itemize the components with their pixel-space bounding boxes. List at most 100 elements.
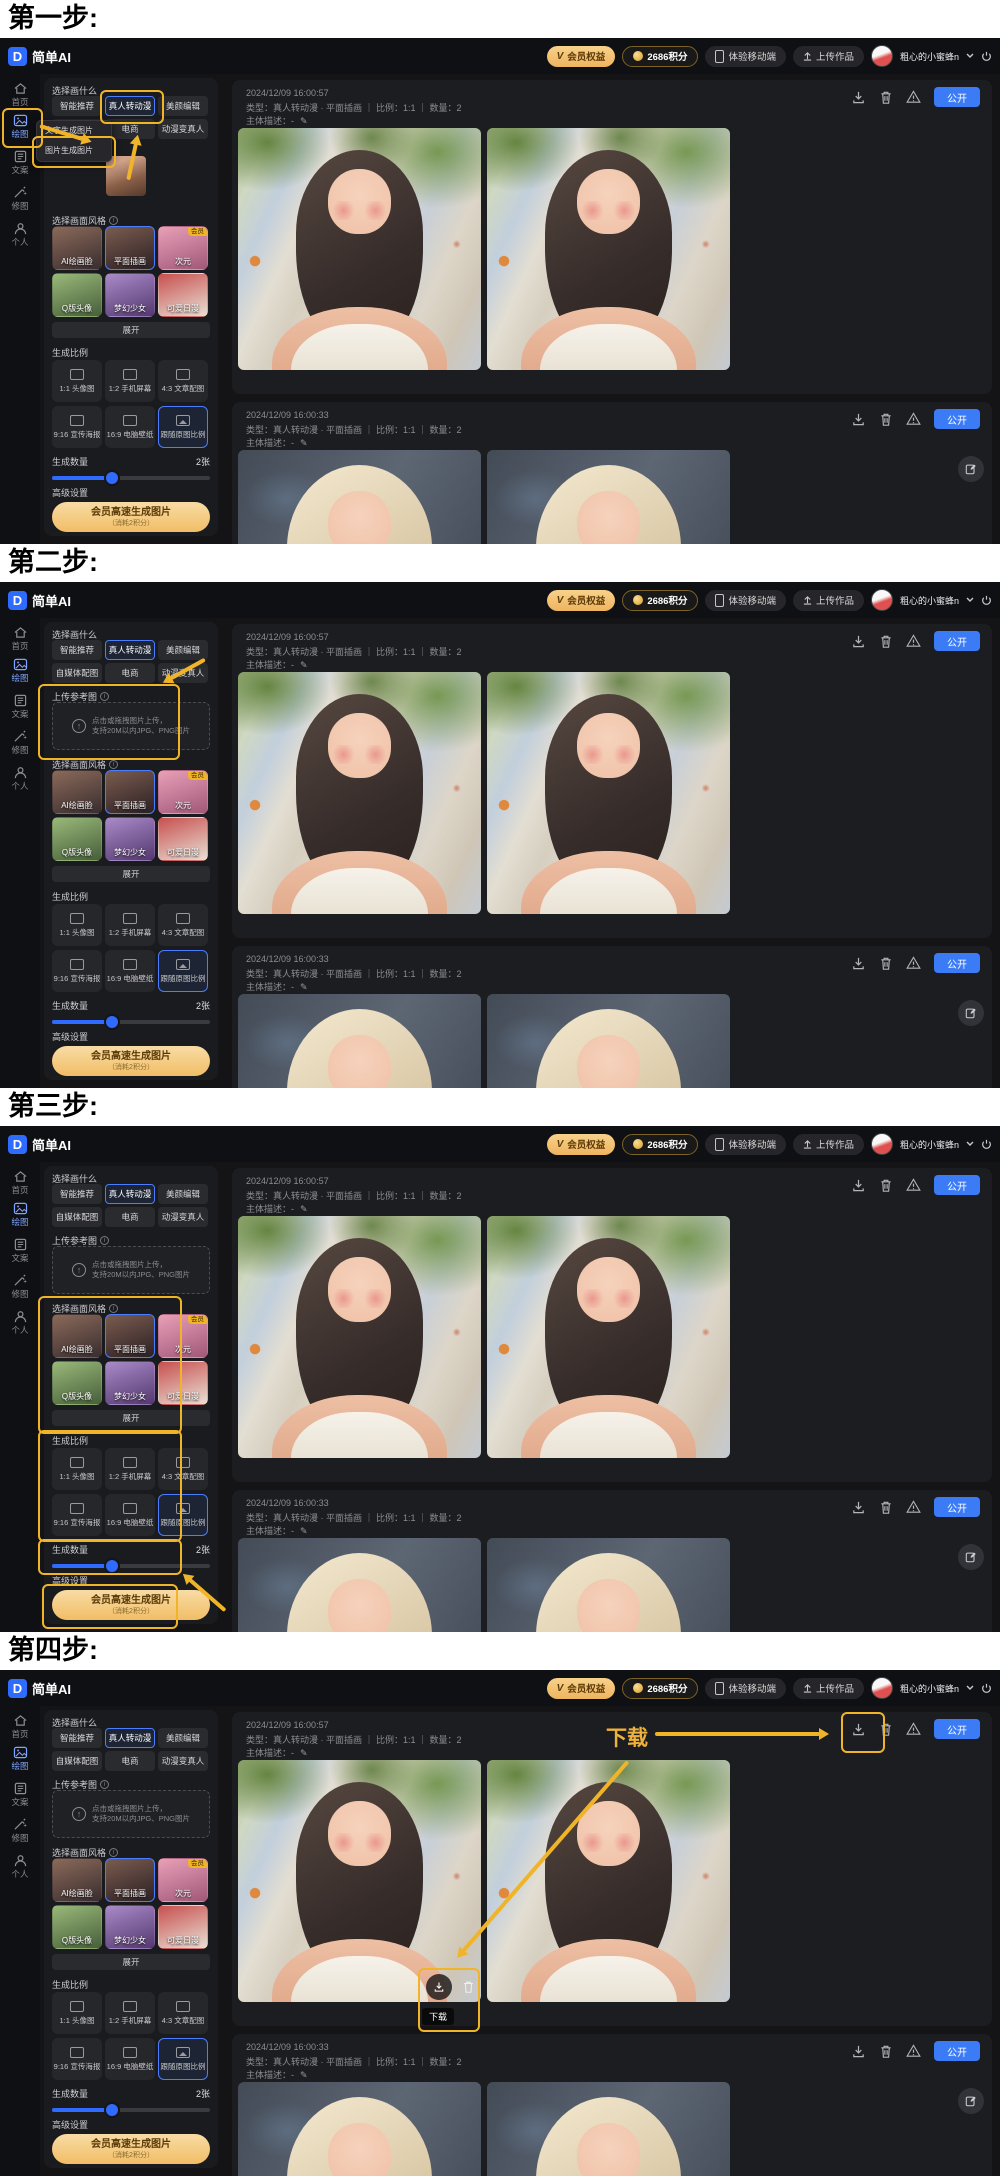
tab-smart-recommend[interactable]: 智能推荐 (52, 96, 102, 116)
tab-ecommerce[interactable]: 电商 (105, 1207, 155, 1227)
delete-icon[interactable] (879, 634, 893, 649)
advanced-settings[interactable]: 高级设置 (52, 2118, 88, 2131)
generated-image-1[interactable] (238, 1760, 481, 2002)
slider-knob[interactable] (106, 472, 118, 484)
credits-button[interactable]: 2686积分 (622, 46, 698, 67)
sidebar-item-profile[interactable]: 个人 (0, 222, 40, 248)
member-benefits-button[interactable]: V 会员权益 (547, 46, 616, 67)
download-icon[interactable] (851, 90, 866, 105)
style-q-avatar[interactable]: Q版头像 (52, 1361, 102, 1405)
edit-pencil-icon[interactable]: ✎ (300, 1204, 308, 1214)
sidebar-item-profile[interactable]: 个人 (0, 766, 40, 792)
ratio-4-3[interactable]: 4:3 文章配图 (158, 360, 208, 402)
generated-image-3[interactable] (238, 450, 481, 544)
publish-button[interactable]: 公开 (934, 953, 980, 973)
sidebar-item-draw[interactable]: 绘图 (0, 114, 40, 140)
sidebar-item-retouch[interactable]: 修图 (0, 1274, 40, 1300)
publish-button[interactable]: 公开 (934, 87, 980, 107)
ratio-16-9[interactable]: 16:9 电脑壁纸 (105, 950, 155, 992)
ratio-9-16[interactable]: 9:16 宣传海报 (52, 406, 102, 448)
report-warning-icon[interactable] (906, 956, 921, 970)
publish-button[interactable]: 公开 (934, 2041, 980, 2061)
avatar[interactable] (871, 589, 893, 611)
ratio-1-2[interactable]: 1:2 手机屏幕 (105, 1448, 155, 1490)
image-hover-delete-button[interactable] (462, 1980, 475, 1999)
menu-item-image-to-image[interactable]: 图片生成图片 (37, 141, 111, 161)
tab-photo-to-anime[interactable]: 真人转动漫 (105, 96, 155, 116)
report-warning-icon[interactable] (906, 2044, 921, 2058)
tab-smart-recommend[interactable]: 智能推荐 (52, 1728, 102, 1748)
edit-pencil-icon[interactable]: ✎ (300, 116, 308, 126)
avatar[interactable] (871, 45, 893, 67)
style-dimension[interactable]: 会员 次元 (158, 1314, 208, 1358)
style-ai-face[interactable]: AI绘画脸 (52, 226, 102, 270)
tab-beauty-edit[interactable]: 美颜编辑 (158, 640, 208, 660)
sidebar-item-profile[interactable]: 个人 (0, 1310, 40, 1336)
report-warning-icon[interactable] (906, 1178, 921, 1192)
expand-styles-button[interactable]: 展开 (52, 322, 210, 338)
publish-button[interactable]: 公开 (934, 1175, 980, 1195)
publish-button[interactable]: 公开 (934, 1497, 980, 1517)
power-icon[interactable] (981, 1683, 992, 1694)
ratio-1-2[interactable]: 1:2 手机屏幕 (105, 904, 155, 946)
sidebar-item-draw[interactable]: 绘图 (0, 1202, 40, 1228)
ratio-16-9[interactable]: 16:9 电脑壁纸 (105, 2038, 155, 2080)
style-dream-girl[interactable]: 梦幻少女 (105, 817, 155, 861)
style-cute-anime[interactable]: 可爱日漫 (158, 273, 208, 317)
sidebar-item-retouch[interactable]: 修图 (0, 1818, 40, 1844)
ratio-1-1[interactable]: 1:1 头像图 (52, 904, 102, 946)
count-slider[interactable] (52, 1016, 210, 1028)
upload-dropzone[interactable]: ↑ 点击或拖拽图片上传， 支持20M以内JPG、PNG图片 (52, 1246, 210, 1294)
ratio-9-16[interactable]: 9:16 宣传海报 (52, 2038, 102, 2080)
style-q-avatar[interactable]: Q版头像 (52, 1905, 102, 1949)
tab-ecommerce[interactable]: 电商 (105, 663, 155, 683)
report-warning-icon[interactable] (906, 90, 921, 104)
feedback-button[interactable] (958, 1000, 984, 1026)
menu-item-text-to-image[interactable]: 文字生成图片 (37, 121, 111, 141)
ratio-follow-original[interactable]: 跟随原图比例 (158, 1494, 208, 1536)
generated-image-2[interactable] (487, 1216, 730, 1458)
ratio-follow-original[interactable]: 跟随原图比例 (158, 406, 208, 448)
generate-button[interactable]: 会员高速生成图片 （消耗2积分） (52, 1590, 210, 1620)
download-icon[interactable] (851, 634, 866, 649)
chevron-down-icon[interactable] (966, 597, 974, 603)
feedback-button[interactable] (958, 456, 984, 482)
expand-styles-button[interactable]: 展开 (52, 1410, 210, 1426)
style-dimension[interactable]: 会员 次元 (158, 226, 208, 270)
ratio-9-16[interactable]: 9:16 宣传海报 (52, 950, 102, 992)
ratio-follow-original[interactable]: 跟随原图比例 (158, 2038, 208, 2080)
member-benefits-button[interactable]: V 会员权益 (547, 1134, 616, 1155)
generated-image-2[interactable] (487, 128, 730, 370)
edit-pencil-icon[interactable]: ✎ (300, 982, 308, 992)
download-icon[interactable] (851, 1500, 866, 1515)
tab-beauty-edit[interactable]: 美颜编辑 (158, 1184, 208, 1204)
sidebar-item-draw[interactable]: 绘图 (0, 1746, 40, 1772)
ratio-1-2[interactable]: 1:2 手机屏幕 (105, 1992, 155, 2034)
publish-button[interactable]: 公开 (934, 1719, 980, 1739)
style-dimension[interactable]: 会员 次元 (158, 770, 208, 814)
upload-works-button[interactable]: 上传作品 (793, 590, 864, 611)
publish-button[interactable]: 公开 (934, 631, 980, 651)
upload-works-button[interactable]: 上传作品 (793, 1678, 864, 1699)
try-mobile-button[interactable]: 体验移动端 (705, 46, 786, 67)
upload-works-button[interactable]: 上传作品 (793, 1134, 864, 1155)
avatar[interactable] (871, 1133, 893, 1155)
generated-image-4[interactable] (487, 1538, 730, 1632)
delete-icon[interactable] (879, 1500, 893, 1515)
tab-anime-to-real[interactable]: 动漫变真人 (158, 1207, 208, 1227)
sidebar-item-retouch[interactable]: 修图 (0, 186, 40, 212)
upload-dropzone[interactable]: ↑ 点击或拖拽图片上传， 支持20M以内JPG、PNG图片 (52, 702, 210, 750)
style-ai-face[interactable]: AI绘画脸 (52, 1858, 102, 1902)
download-icon[interactable] (851, 1722, 866, 1737)
generate-button[interactable]: 会员高速生成图片 （消耗2积分） (52, 2134, 210, 2164)
sidebar-item-home[interactable]: 首页 (0, 82, 40, 108)
credits-button[interactable]: 2686积分 (622, 1678, 698, 1699)
delete-icon[interactable] (879, 1178, 893, 1193)
style-q-avatar[interactable]: Q版头像 (52, 273, 102, 317)
delete-icon[interactable] (879, 2044, 893, 2059)
sidebar-item-home[interactable]: 首页 (0, 626, 40, 652)
sidebar-item-copywriting[interactable]: 文案 (0, 694, 40, 720)
edit-pencil-icon[interactable]: ✎ (300, 2070, 308, 2080)
generated-image-3[interactable] (238, 2082, 481, 2176)
slider-knob[interactable] (106, 1016, 118, 1028)
